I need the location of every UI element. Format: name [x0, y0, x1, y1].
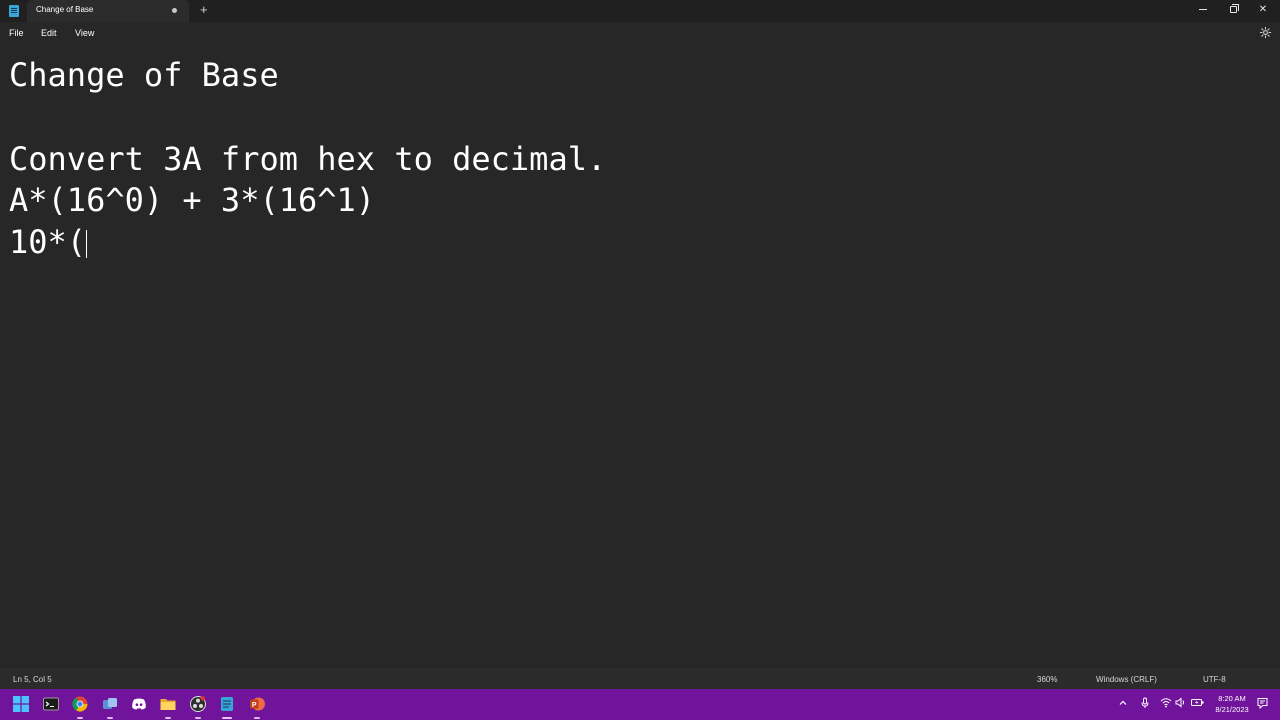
taskbar: P 8:20 AM 8/21/2023: [0, 689, 1280, 720]
running-indicator: [195, 717, 201, 719]
tab-change-of-base[interactable]: Change of Base: [27, 0, 189, 22]
discord-icon[interactable]: [131, 696, 147, 712]
running-indicator: [254, 717, 260, 719]
volume-icon[interactable]: [1175, 697, 1186, 711]
menu-edit[interactable]: Edit: [41, 28, 57, 38]
clock-date: 8/21/2023: [1215, 705, 1249, 714]
cursor-position[interactable]: Ln 5, Col 5: [13, 675, 52, 684]
minimize-icon: [1199, 8, 1207, 10]
title-bar: Change of Base + ✕: [0, 0, 1280, 22]
notepad-app-icon: [9, 5, 19, 17]
menu-file[interactable]: File: [9, 28, 24, 38]
notifications-icon[interactable]: [1257, 697, 1268, 712]
terminal-icon[interactable]: [43, 696, 59, 712]
text-caret: [86, 230, 87, 258]
zoom-level[interactable]: 360%: [1037, 675, 1057, 684]
encoding[interactable]: UTF-8: [1203, 675, 1226, 684]
restore-icon: [1229, 3, 1239, 13]
windows-start-icon[interactable]: [13, 696, 29, 712]
settings-gear-icon[interactable]: [1259, 26, 1272, 39]
file-explorer-icon[interactable]: [160, 696, 176, 712]
menu-view[interactable]: View: [75, 28, 94, 38]
minimize-button[interactable]: [1189, 2, 1217, 18]
text-editor[interactable]: Change of Base Convert 3A from hex to de…: [0, 44, 1280, 668]
system-clock[interactable]: 8:20 AM 8/21/2023: [1210, 693, 1254, 715]
unsaved-dot-icon[interactable]: [172, 8, 177, 13]
running-indicator: [107, 717, 113, 719]
close-icon: ✕: [1258, 4, 1268, 15]
clock-time: 8:20 AM: [1218, 694, 1246, 703]
editor-line: Convert 3A from hex to decimal.: [9, 140, 607, 178]
new-tab-button[interactable]: +: [200, 3, 208, 17]
editor-line: Change of Base: [9, 56, 279, 94]
wifi-icon[interactable]: [1160, 697, 1172, 711]
chevron-up-icon[interactable]: [1118, 698, 1128, 711]
editor-line: 10*(: [9, 223, 87, 261]
close-button[interactable]: ✕: [1249, 2, 1277, 18]
svg-text:P: P: [252, 702, 257, 709]
notepad-icon[interactable]: [219, 696, 235, 712]
restore-button[interactable]: [1219, 2, 1247, 18]
app-icon[interactable]: [102, 696, 118, 712]
status-bar: Ln 5, Col 5 360% Windows (CRLF) UTF-8: [0, 668, 1280, 689]
obs-icon[interactable]: [190, 696, 206, 712]
powerpoint-icon[interactable]: P: [249, 696, 265, 712]
microphone-icon[interactable]: [1140, 697, 1150, 712]
editor-line: A*(16^0) + 3*(16^1): [9, 181, 376, 219]
menu-bar: File Edit View: [0, 22, 1280, 44]
running-indicator: [165, 717, 171, 719]
running-indicator: [77, 717, 83, 719]
battery-icon[interactable]: [1191, 697, 1204, 711]
tab-title: Change of Base: [36, 5, 94, 14]
chrome-icon[interactable]: [72, 696, 88, 712]
line-ending[interactable]: Windows (CRLF): [1096, 675, 1157, 684]
active-indicator: [222, 717, 232, 719]
